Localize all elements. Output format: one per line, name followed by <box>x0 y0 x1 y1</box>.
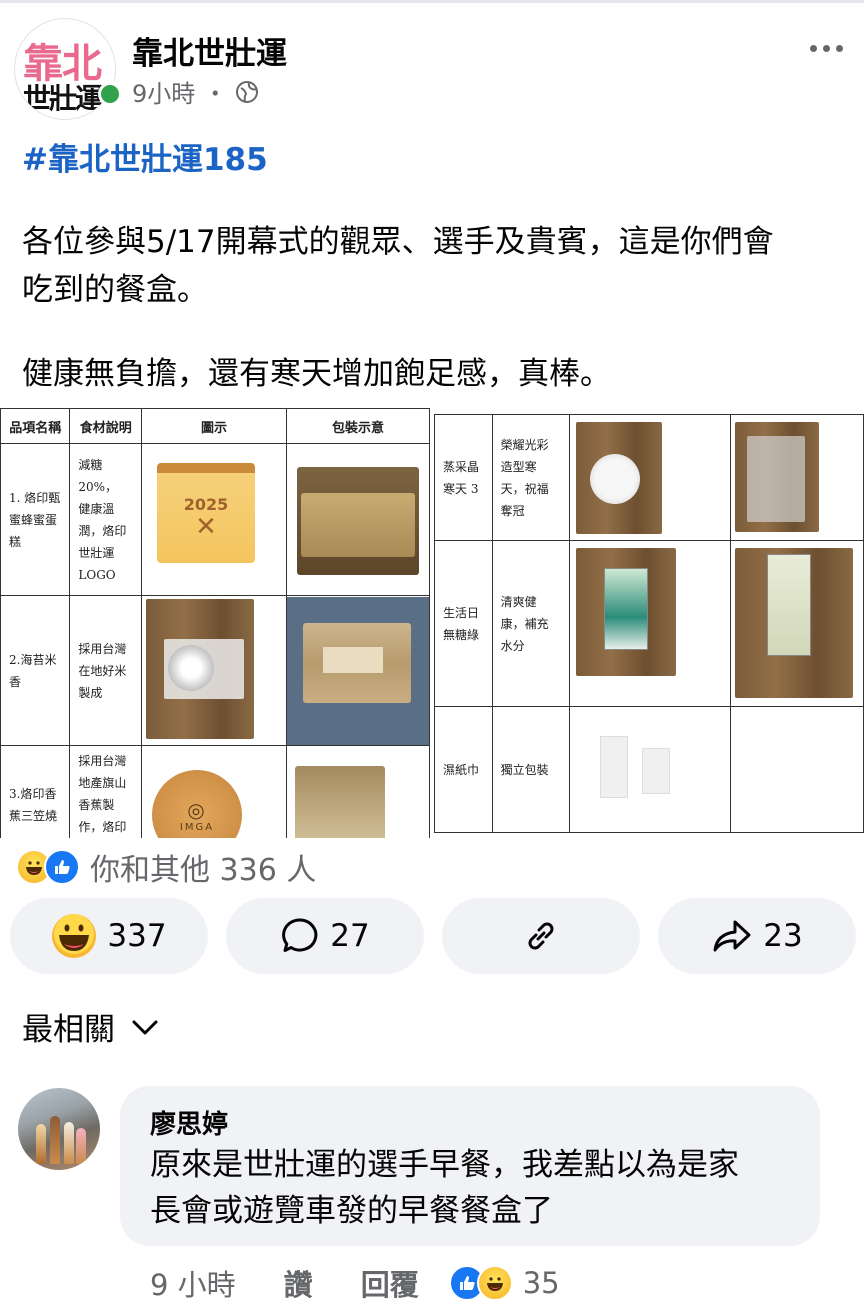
reaction-summary[interactable]: 你和其他 336 人 <box>16 846 316 888</box>
comment-author[interactable]: 廖思婷 <box>150 1104 228 1141</box>
share-button[interactable]: 23 <box>658 898 856 974</box>
item-name-6: 濕紙巾 <box>443 762 480 777</box>
post-hashtag[interactable]: #靠北世壯運185 <box>22 134 268 179</box>
item-desc-1: 減糖 20%， 健康溫 潤，烙印 世壯運 LOGO <box>78 457 127 582</box>
banana-pancake-package-photo <box>287 758 429 838</box>
item-desc-4: 榮耀光彩 造型寒 天，祝福 奪冠 <box>500 437 549 518</box>
rice-cracker-package-photo <box>286 596 429 745</box>
react-count: 337 <box>107 918 167 954</box>
comment-meta: 9 小時 讚 回覆 35 <box>150 1262 560 1304</box>
header-illustration: 圖示 <box>140 408 287 444</box>
like-icon <box>44 849 80 885</box>
header-item-name: 品項名稱 <box>0 408 71 444</box>
comment-icon <box>282 918 318 952</box>
item-name-1: 1. 烙印甄 蜜蜂蜜蛋糕 <box>9 490 61 549</box>
reaction-summary-text: 你和其他 336 人 <box>90 853 317 888</box>
copy-link-button[interactable] <box>442 898 640 974</box>
item-desc-6: 獨立包裝 <box>500 762 549 777</box>
meta-separator: ・ <box>203 80 228 108</box>
honey-cake-package-photo <box>287 445 429 595</box>
post-time[interactable]: 9小時 <box>132 74 195 109</box>
jelly-photo <box>570 416 730 540</box>
pancake-logo-text: IMGA <box>179 821 215 833</box>
haha-icon <box>52 914 97 958</box>
comment-like-button[interactable]: 讚 <box>284 1262 313 1304</box>
page-name[interactable]: 靠北世壯運 <box>132 28 287 73</box>
comment-time[interactable]: 9 小時 <box>150 1262 236 1304</box>
comment-reaction-count: 35 <box>522 1266 560 1300</box>
honey-cake-photo: 2025 ✕ <box>142 445 286 595</box>
item-name-3: 3.烙印香 蕉三笠燒 <box>9 787 58 823</box>
item-name-4: 蒸采晶 寒天 3 <box>443 459 480 496</box>
more-options-icon[interactable] <box>802 30 850 66</box>
banana-pancake-photo: ◎ IMGA <box>142 758 286 838</box>
post-image-left[interactable]: 品項名稱 食材說明 圖示 包裝示意 1. 烙印甄 蜜蜂蜜蛋糕 減糖 20%， 健… <box>0 408 430 838</box>
green-tea-package-photo <box>731 542 863 706</box>
post-action-bar: 337 27 23 <box>10 898 856 974</box>
wet-wipe-photo <box>570 708 730 832</box>
share-count: 23 <box>763 918 803 954</box>
chevron-down-icon <box>132 1020 158 1034</box>
post-paragraph-1: 各位參與5/17開幕式的觀眾、選手及貴賓，這是你們會 吃到的餐盒。 <box>22 224 774 308</box>
comment-reactions[interactable]: 35 <box>448 1265 560 1301</box>
item-name-5: 生活日 無糖綠 <box>443 605 480 642</box>
header-ingredients: 食材說明 <box>69 408 142 444</box>
post-meta: 9小時 ・ <box>132 74 259 109</box>
post-paragraph-2: 健康無負擔，還有寒天增加飽足感，真棒。 <box>22 356 611 392</box>
comment-reply-button[interactable]: 回覆 <box>361 1262 419 1304</box>
avatar-text-bottom: 世壯運 <box>23 82 103 115</box>
comment-sort-dropdown[interactable]: 最相關 <box>22 1004 159 1049</box>
comment-bubble: 廖思婷 原來是世壯運的選手早餐，我差點以為是家 長會或遊覽車發的早餐餐盒了 <box>120 1086 820 1246</box>
header-packaging: 包裝示意 <box>285 408 430 444</box>
green-tea-photo <box>570 542 730 706</box>
item-desc-3: 採用台灣 地產旗山 香蕉製 作，烙印 「世壯 <box>78 754 127 834</box>
top-divider <box>0 0 864 3</box>
comment-sort-label: 最相關 <box>22 1012 115 1048</box>
link-icon <box>528 922 554 950</box>
comment-text: 原來是世壯運的選手早餐，我差點以為是家 長會或遊覽車發的早餐餐盒了 <box>150 1147 739 1229</box>
comment-button[interactable]: 27 <box>226 898 424 974</box>
react-button[interactable]: 337 <box>10 898 208 974</box>
haha-icon <box>476 1265 513 1301</box>
item-desc-2: 採用台灣 在地好米 製成 <box>78 641 127 700</box>
commenter-avatar[interactable] <box>18 1088 100 1170</box>
jelly-package-photo <box>731 416 863 540</box>
post-image-right[interactable]: 蒸采晶 寒天 3 榮耀光彩 造型寒 天，祝福 奪冠 生活日 無糖綠 清爽健 康，… <box>434 408 864 838</box>
item-desc-5: 清爽健 康，補充 水分 <box>500 594 549 653</box>
share-icon <box>713 920 751 952</box>
item-name-2: 2.海苔米 香 <box>9 652 57 689</box>
comment-count: 27 <box>330 918 370 954</box>
online-status-dot <box>98 82 122 106</box>
rice-cracker-photo <box>142 597 286 745</box>
globe-icon <box>235 80 259 104</box>
page-avatar[interactable]: 靠北 世壯運 <box>14 18 116 120</box>
